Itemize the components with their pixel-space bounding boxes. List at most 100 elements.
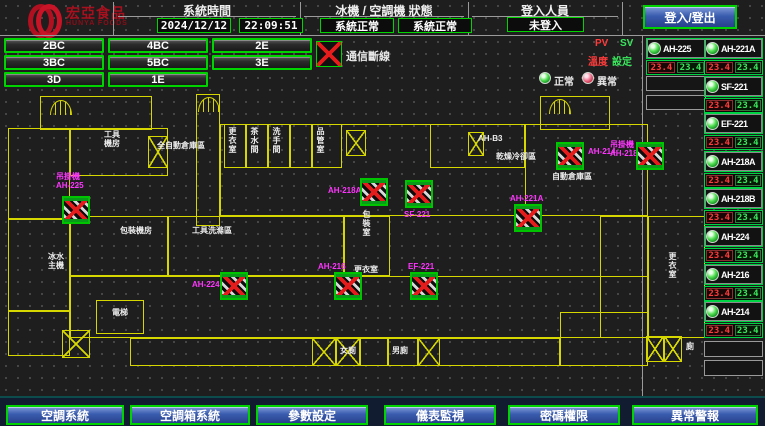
nav-button-1[interactable]: 空調系統 (6, 405, 124, 425)
unit-name-label: AH-216 (721, 270, 749, 280)
unit-name-box[interactable]: AH-216 (704, 264, 763, 285)
ahu-fault-icon[interactable] (334, 272, 362, 300)
ahu-fault-icon[interactable] (410, 272, 438, 300)
ahu-fault-icon[interactable] (514, 204, 542, 232)
unit-values-box: 23.423.4 (704, 323, 763, 338)
map-label: 全自動倉庫區 (157, 141, 205, 150)
empty-slot (704, 341, 763, 357)
ahu-status-value: 系統正常 (398, 18, 472, 33)
map-room (8, 310, 70, 356)
stair-x-room (312, 338, 336, 366)
unit-name-label: AH-221A (721, 44, 755, 54)
map-room (70, 216, 168, 276)
unit-status-led (706, 305, 719, 318)
unit-name-box[interactable]: AH-221A (704, 38, 763, 59)
map-label: SF-221 (404, 210, 430, 219)
unit-values-box: 23.423.4 (704, 98, 763, 113)
unit-values-box: 23.423.4 (704, 135, 763, 150)
map-label: 自動倉庫區 (552, 172, 592, 181)
unit-pv-value: 23.4 (706, 325, 733, 336)
ahu-fault-icon[interactable] (636, 142, 664, 170)
system-time-label: 系統時間 (118, 2, 296, 19)
map-room (525, 124, 648, 216)
map-label: 包裝室 (362, 210, 371, 237)
floor-button-5bc[interactable]: 5BC (108, 55, 208, 70)
unit-status-led (706, 192, 719, 205)
unit-status-led (706, 42, 719, 55)
unit-sv-value: 23.4 (735, 325, 762, 336)
unit-name-label: EF-221 (721, 119, 748, 129)
unit-pv-value: 23.4 (706, 137, 733, 148)
map-label: 吊掛機 AH-225 (56, 172, 84, 190)
unit-pv-value: 23.4 (648, 62, 675, 73)
unit-pv-value: 23.4 (706, 175, 733, 186)
unit-status-led (706, 268, 719, 281)
nav-button-4[interactable]: 儀表監視 (384, 405, 496, 425)
map-label: 工具 機房 (104, 130, 120, 148)
empty-slot (646, 76, 706, 91)
unit-name-label: AH-218B (721, 194, 755, 204)
map-label: AH-224 (192, 280, 220, 289)
map-label: EF-221 (408, 262, 434, 271)
pv-col-label: 溫度 (588, 53, 608, 68)
floor-button-2e[interactable]: 2E (212, 38, 312, 53)
hmi-screen: 宏亞食品 HUNYA FOODS 系統時間 冰機 / 空調機 狀態 登入人員 2… (0, 0, 765, 426)
map-label: 更衣室 (228, 127, 237, 154)
stair-x-room (62, 330, 90, 358)
floor-button-3d[interactable]: 3D (4, 72, 104, 87)
floor-button-3bc[interactable]: 3BC (4, 55, 104, 70)
unit-status-led (648, 42, 661, 55)
unit-sv-value: 23.4 (735, 100, 762, 111)
legend-abnormal-label: 異常 (597, 73, 617, 88)
login-logout-button[interactable]: 登入/登出 (643, 5, 737, 29)
unit-pv-value: 23.4 (706, 100, 733, 111)
hunya-logo-icon (28, 4, 62, 32)
stair-x-room (664, 336, 682, 362)
unit-name-box[interactable]: AH-225 (646, 38, 706, 59)
floor-button-1e[interactable]: 1E (108, 72, 208, 87)
floor-button-4bc[interactable]: 4BC (108, 38, 208, 53)
ahu-fault-icon[interactable] (220, 272, 248, 300)
unit-name-label: AH-218A (721, 157, 755, 167)
unit-values-box: 23.423.4 (704, 210, 763, 225)
stair-x-room (418, 338, 440, 366)
unit-name-box[interactable]: AH-218A (704, 151, 763, 172)
unit-sv-value: 23.4 (735, 62, 762, 73)
map-room (196, 94, 220, 226)
nav-button-5[interactable]: 密碼權限 (508, 405, 620, 425)
unit-status-led (706, 230, 719, 243)
unit-name-box[interactable]: AH-218B (704, 188, 763, 209)
unit-values-box: 23.423.4 (704, 248, 763, 263)
unit-name-box[interactable]: AH-214 (704, 301, 763, 322)
map-label: 電梯 (112, 308, 128, 317)
map-label: 品管室 (316, 127, 325, 154)
ahu-fault-icon[interactable] (360, 178, 388, 206)
nav-button-6[interactable]: 異常警報 (632, 405, 758, 425)
ahu-fault-icon[interactable] (62, 196, 90, 224)
stair-x-room (646, 336, 664, 362)
map-label: 包裝機房 (120, 226, 152, 235)
nav-button-2[interactable]: 空調箱系統 (130, 405, 250, 425)
chiller-status-value: 系統正常 (320, 18, 394, 33)
unit-status-led (706, 117, 719, 130)
floor-button-2bc[interactable]: 2BC (4, 38, 104, 53)
map-label: 廁 (686, 342, 694, 351)
unit-sv-value: 23.4 (735, 288, 762, 299)
unit-status-led (706, 155, 719, 168)
unit-sv-value: 23.4 (735, 250, 762, 261)
unit-values-box: 23.423.4 (704, 60, 763, 75)
map-label: 冰水 主機 (48, 252, 64, 270)
unit-status-led (706, 80, 719, 93)
floor-button-3e[interactable]: 3E (212, 55, 312, 70)
unit-pv-value: 23.4 (706, 250, 733, 261)
unit-name-label: AH-224 (721, 232, 749, 242)
ahu-fault-icon[interactable] (405, 180, 433, 208)
nav-button-3[interactable]: 參數設定 (256, 405, 368, 425)
map-label: AH-218A (328, 186, 361, 195)
unit-pv-value: 23.4 (706, 212, 733, 223)
unit-name-box[interactable]: AH-224 (704, 226, 763, 247)
ahu-fault-icon[interactable] (556, 142, 584, 170)
unit-name-box[interactable]: SF-221 (704, 76, 763, 97)
unit-name-box[interactable]: EF-221 (704, 113, 763, 134)
empty-slot (704, 360, 763, 376)
